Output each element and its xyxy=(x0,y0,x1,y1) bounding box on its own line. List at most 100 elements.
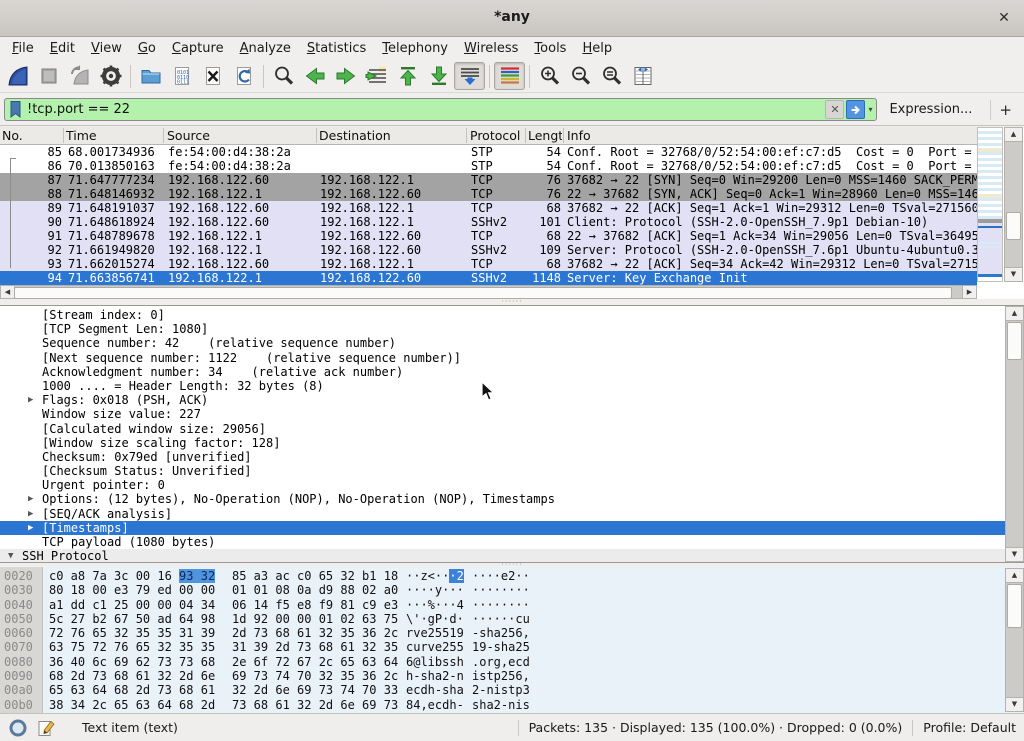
menu-item[interactable]: Statistics xyxy=(299,39,374,58)
title-bar[interactable]: *any ✕ xyxy=(0,0,1024,37)
detail-row[interactable]: ▶[SEQ/ACK analysis] xyxy=(0,507,1006,521)
packet-row[interactable]: 9471.663856741192.168.122.1192.168.122.6… xyxy=(0,271,977,285)
menu-item[interactable]: Help xyxy=(574,39,620,58)
packet-row[interactable]: 8771.647777234192.168.122.60192.168.122.… xyxy=(0,173,977,187)
scroll-right-icon[interactable]: ▶ xyxy=(962,285,977,299)
hex-row[interactable]: 0080 36 40 6c 69 62 73 73 68 2e 6f 72 67… xyxy=(0,655,1006,669)
detail-row[interactable]: ▶Options: (12 bytes), No-Operation (NOP)… xyxy=(0,492,1006,506)
menu-item[interactable]: Edit xyxy=(42,39,83,58)
scroll-left-icon[interactable]: ◀ xyxy=(0,285,15,299)
stop-capture-button[interactable] xyxy=(33,62,64,90)
menu-item[interactable]: File xyxy=(4,39,42,58)
scroll-thumb[interactable] xyxy=(1007,322,1022,360)
expander-icon[interactable] xyxy=(28,407,42,421)
menu-item[interactable]: Capture xyxy=(164,39,232,58)
detail-row[interactable]: Acknowledgment number: 34 (relative ack … xyxy=(0,365,1006,379)
expander-icon[interactable] xyxy=(28,535,42,549)
detail-row[interactable]: Checksum: 0x79ed [unverified] xyxy=(0,450,1006,464)
menu-item[interactable]: Go xyxy=(130,39,164,58)
close-window-button[interactable]: ✕ xyxy=(994,8,1014,28)
expander-icon[interactable]: ▼ xyxy=(8,549,22,563)
filter-bookmark-icon[interactable] xyxy=(8,100,23,119)
start-capture-button[interactable] xyxy=(2,62,33,90)
status-profile[interactable]: Profile: Default xyxy=(923,720,1016,735)
menu-item[interactable]: Tools xyxy=(526,39,574,58)
packet-row[interactable]: 9171.648789678192.168.122.1192.168.122.6… xyxy=(0,229,977,243)
detail-row[interactable]: [Calculated window size: 29056] xyxy=(0,422,1006,436)
detail-row[interactable]: TCP payload (1080 bytes) xyxy=(0,535,1006,549)
go-back-button[interactable] xyxy=(299,62,330,90)
filter-history-dropdown[interactable]: ▾ xyxy=(868,105,872,114)
detail-row[interactable]: Sequence number: 42 (relative sequence n… xyxy=(0,336,1006,350)
expander-icon[interactable] xyxy=(28,436,42,450)
capture-file-properties-button[interactable] xyxy=(8,718,28,738)
zoom-in-button[interactable] xyxy=(534,62,565,90)
restart-capture-button[interactable] xyxy=(64,62,95,90)
packet-list-hscrollbar[interactable]: ◀ ▶ xyxy=(0,285,977,299)
expander-icon[interactable] xyxy=(28,336,42,350)
hex-row[interactable]: 0090 68 2d 73 68 61 32 2d 6e 69 73 74 70… xyxy=(0,669,1006,683)
filter-text[interactable]: !tcp.port == 22 xyxy=(27,102,825,117)
auto-scroll-button[interactable] xyxy=(454,62,485,90)
packet-row[interactable]: 8971.648191037192.168.122.60192.168.122.… xyxy=(0,201,977,215)
hex-row[interactable]: 0030 80 18 00 e3 79 ed 00 00 01 01 08 0a… xyxy=(0,583,1006,597)
capture-options-button[interactable] xyxy=(95,62,126,90)
packet-list-vscrollbar[interactable]: ▲ ▼ xyxy=(1004,127,1023,282)
menu-item[interactable]: Wireless xyxy=(456,39,526,58)
expander-icon[interactable] xyxy=(28,422,42,436)
hex-row[interactable]: 0050 5c 27 b2 67 50 ad 64 98 1d 92 00 00… xyxy=(0,612,1006,626)
details-vscrollbar[interactable]: ▲ ▼ xyxy=(1005,306,1024,562)
detail-row[interactable]: Urgent pointer: 0 xyxy=(0,478,1006,492)
column-header-source[interactable]: Source xyxy=(167,128,210,143)
open-file-button[interactable] xyxy=(135,62,166,90)
expander-icon[interactable] xyxy=(28,478,42,492)
menu-item[interactable]: Telephony xyxy=(374,39,456,58)
expander-icon[interactable] xyxy=(28,464,42,478)
column-header-no[interactable]: No. xyxy=(2,128,23,143)
scroll-thumb[interactable] xyxy=(14,287,952,299)
packet-row[interactable]: 8670.013850163fe:54:00:d4:38:2aSTP54Conf… xyxy=(0,159,977,173)
expander-icon[interactable] xyxy=(28,322,42,336)
clear-filter-button[interactable]: ✕ xyxy=(825,100,844,119)
detail-row[interactable]: ▶Flags: 0x018 (PSH, ACK) xyxy=(0,393,1006,407)
column-header-destination[interactable]: Destination xyxy=(319,128,391,143)
packet-row[interactable]: 8568.001734936fe:54:00:d4:38:2aSTP54Conf… xyxy=(0,145,977,159)
detail-row[interactable]: ▶[Timestamps] xyxy=(0,521,1006,535)
packet-row[interactable]: 9371.662015274192.168.122.60192.168.122.… xyxy=(0,257,977,271)
find-packet-button[interactable] xyxy=(268,62,299,90)
packet-row[interactable]: 8871.648146932192.168.122.1192.168.122.6… xyxy=(0,187,977,201)
detail-row[interactable]: [Next sequence number: 1122 (relative se… xyxy=(0,351,1006,365)
hex-row[interactable]: 00b0 38 34 2c 65 63 64 68 2d 73 68 61 32… xyxy=(0,698,1006,712)
go-first-button[interactable] xyxy=(392,62,423,90)
detail-row[interactable]: [TCP Segment Len: 1080] xyxy=(0,322,1006,336)
expander-icon[interactable] xyxy=(28,351,42,365)
hex-row[interactable]: 0040 a1 dd c1 25 00 00 04 34 06 14 f5 e8… xyxy=(0,598,1006,612)
expander-icon[interactable]: ▶ xyxy=(28,521,42,535)
hex-row[interactable]: 0020 c0 a8 7a 3c 00 16 93 32 85 a3 ac c0… xyxy=(0,569,1006,583)
add-filter-button[interactable]: + xyxy=(990,100,1020,120)
expander-icon[interactable]: ▶ xyxy=(28,492,42,506)
scroll-thumb[interactable] xyxy=(1006,212,1021,240)
hex-row[interactable]: 0060 72 76 65 32 35 35 31 39 2d 73 68 61… xyxy=(0,626,1006,640)
expander-icon[interactable] xyxy=(28,365,42,379)
expander-icon[interactable]: ▶ xyxy=(28,393,42,407)
scroll-thumb[interactable] xyxy=(1007,584,1022,628)
packet-row[interactable]: 9271.661949820192.168.122.1192.168.122.6… xyxy=(0,243,977,257)
hex-vscrollbar[interactable]: ▲ ▼ xyxy=(1005,568,1024,712)
column-header-time[interactable]: Time xyxy=(66,128,97,143)
scroll-up-icon[interactable]: ▲ xyxy=(1005,568,1024,583)
hex-row[interactable]: 00a0 65 63 64 68 2d 73 68 61 32 2d 6e 69… xyxy=(0,683,1006,697)
column-header-info[interactable]: Info xyxy=(567,128,591,143)
scroll-up-icon[interactable]: ▲ xyxy=(1005,306,1024,321)
detail-row[interactable]: Window size value: 227 xyxy=(0,407,1006,421)
reload-file-button[interactable] xyxy=(228,62,259,90)
scroll-up-icon[interactable]: ▲ xyxy=(1004,127,1023,142)
save-file-button[interactable]: 010101100111 xyxy=(166,62,197,90)
apply-filter-button[interactable] xyxy=(846,100,865,119)
detail-row[interactable]: [Checksum Status: Unverified] xyxy=(0,464,1006,478)
column-header-protocol[interactable]: Protocol xyxy=(470,128,520,143)
hex-row[interactable]: 0070 63 75 72 76 65 32 35 35 31 39 2d 73… xyxy=(0,640,1006,654)
scroll-down-icon[interactable]: ▼ xyxy=(1004,267,1023,282)
go-to-packet-button[interactable] xyxy=(361,62,392,90)
expander-icon[interactable] xyxy=(28,379,42,393)
